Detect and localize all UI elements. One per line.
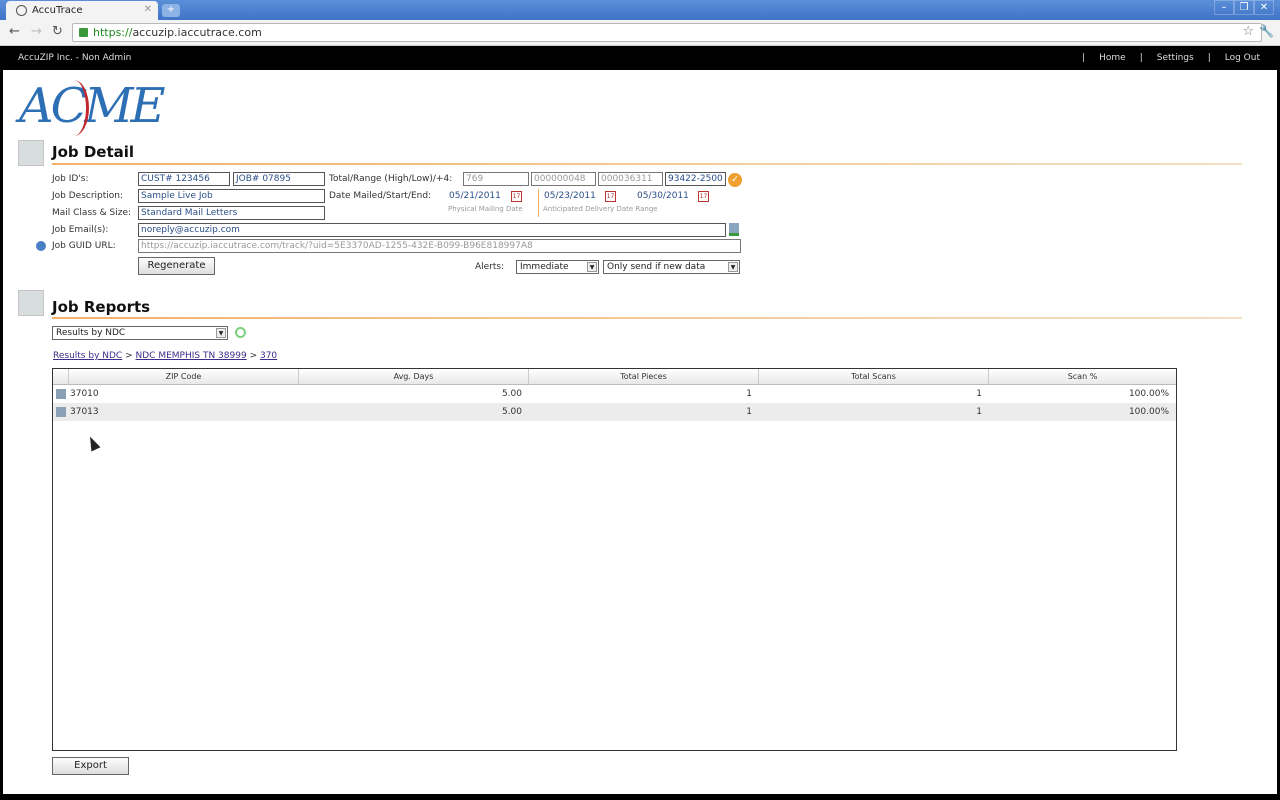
col-zip-code[interactable]: ZIP Code — [69, 369, 299, 384]
delivery-range-hint: Anticipated Delivery Date Range — [543, 205, 658, 213]
chevron-down-icon: ▼ — [216, 328, 226, 338]
alerts-label: Alerts: — [475, 262, 505, 272]
plus4-field[interactable]: 93422-2500 — [665, 172, 726, 186]
close-tab-icon[interactable]: ✕ — [144, 4, 152, 15]
browser-titlebar: AccuTrace ✕ + – ❐ ✕ — [0, 0, 1280, 20]
lock-icon — [79, 28, 88, 37]
globe-link-icon — [36, 241, 46, 251]
mail-class-label: Mail Class & Size: — [52, 208, 132, 218]
calendar-icon[interactable]: 17 — [511, 191, 522, 202]
restore-icon[interactable]: ❐ — [1234, 0, 1254, 15]
job-email-label: Job Email(s): — [52, 225, 109, 235]
breadcrumb: Results by NDC > NDC MEMPHIS TN 38999 > … — [53, 351, 278, 361]
new-tab-button[interactable]: + — [162, 4, 180, 17]
job-description-label: Job Description: — [52, 191, 124, 201]
calendar-icon[interactable]: 17 — [605, 191, 616, 202]
url-host: accuzip.iaccutrace.com — [132, 26, 262, 39]
nav-home-link[interactable]: Home — [1099, 53, 1126, 63]
grid-header: ZIP Code Avg. Days Total Pieces Total Sc… — [53, 369, 1176, 385]
job-ids-label: Job ID's: — [52, 174, 89, 184]
table-row[interactable]: 37013 5.00 1 1 100.00% — [53, 403, 1176, 421]
col-total-pieces[interactable]: Total Pieces — [529, 369, 759, 384]
nav-separator: | — [1207, 53, 1211, 63]
chevron-down-icon: ▼ — [728, 262, 738, 272]
col-avg-days[interactable]: Avg. Days — [299, 369, 529, 384]
total-field[interactable]: 769 — [463, 172, 529, 186]
account-label: AccuZIP Inc. - Non Admin — [18, 53, 132, 63]
date-mailed-label: Date Mailed/Start/End: — [329, 191, 432, 201]
guid-url-label: Job GUID URL: — [52, 241, 116, 251]
nav-logout-link[interactable]: Log Out — [1225, 53, 1260, 63]
job-detail-title: Job Detail — [52, 143, 135, 161]
wrench-icon[interactable]: 🔧 — [1259, 24, 1274, 38]
job-email-field[interactable]: noreply@accuzip.com — [138, 223, 726, 237]
browser-tab[interactable]: AccuTrace ✕ — [6, 1, 158, 20]
forward-icon[interactable]: → — [31, 24, 42, 39]
page-content: ACME Job Detail Job ID's: CUST# 123456 J… — [3, 70, 1277, 794]
date-divider — [538, 189, 539, 217]
export-button[interactable]: Export — [52, 757, 129, 775]
col-total-scans[interactable]: Total Scans — [759, 369, 989, 384]
regenerate-button[interactable]: Regenerate — [138, 257, 215, 275]
address-bar[interactable]: https:// accuzip.iaccutrace.com — [72, 23, 1262, 42]
checkmark-icon: ✓ — [728, 173, 742, 187]
job-id-field[interactable]: JOB# 07895 — [233, 172, 325, 186]
range-low-field[interactable]: 000000048 — [531, 172, 596, 186]
breadcrumb-results-by-ndc[interactable]: Results by NDC — [53, 351, 122, 361]
alert-frequency-select[interactable]: Immediate ▼ — [516, 260, 599, 274]
url-scheme: https:// — [93, 26, 133, 39]
refresh-icon[interactable] — [235, 327, 246, 338]
minimize-icon[interactable]: – — [1214, 0, 1234, 15]
report-type-select[interactable]: Results by NDC ▼ — [52, 326, 228, 340]
globe-icon — [16, 5, 27, 16]
job-reports-title: Job Reports — [52, 298, 151, 316]
date-mailed-field[interactable]: 05/21/2011 — [449, 191, 501, 201]
edit-document-icon — [18, 140, 44, 166]
results-grid: ZIP Code Avg. Days Total Pieces Total Sc… — [52, 368, 1177, 751]
total-range-label: Total/Range (High/Low)/+4: — [329, 174, 453, 184]
calendar-icon[interactable]: 17 — [698, 191, 709, 202]
row-report-icon[interactable] — [56, 389, 66, 399]
date-end-field[interactable]: 05/30/2011 — [637, 191, 689, 201]
app-topnav: AccuZIP Inc. - Non Admin | Home | Settin… — [0, 46, 1280, 70]
guid-url-field[interactable]: https://accuzip.iaccutrace.com/track/?ui… — [138, 239, 741, 253]
row-report-icon[interactable] — [56, 407, 66, 417]
date-start-field[interactable]: 05/23/2011 — [544, 191, 596, 201]
breadcrumb-370[interactable]: 370 — [260, 351, 277, 361]
nav-settings-link[interactable]: Settings — [1157, 53, 1194, 63]
section-divider — [52, 163, 1242, 165]
table-row[interactable]: 37010 5.00 1 1 100.00% — [53, 385, 1176, 403]
col-scan-pct[interactable]: Scan % — [989, 369, 1176, 384]
alert-condition-select[interactable]: Only send if new data ▼ — [603, 260, 740, 274]
back-icon[interactable]: ← — [9, 24, 20, 39]
cust-id-field[interactable]: CUST# 123456 — [138, 172, 230, 186]
nav-separator: | — [1139, 53, 1143, 63]
mailing-date-hint: Physical Mailing Date — [448, 205, 523, 213]
nav-separator: | — [1082, 53, 1086, 63]
chevron-down-icon: ▼ — [587, 262, 597, 272]
acme-logo: ACME — [19, 78, 166, 136]
bookmark-star-icon[interactable]: ☆ — [1242, 24, 1254, 39]
close-window-icon[interactable]: ✕ — [1254, 0, 1274, 15]
job-description-field[interactable]: Sample Live Job — [138, 189, 325, 203]
tab-title: AccuTrace — [32, 5, 83, 16]
browser-toolbar: ← → ↻ https:// accuzip.iaccutrace.com ☆ … — [0, 20, 1280, 46]
mail-class-field[interactable]: Standard Mail Letters — [138, 206, 325, 220]
add-email-icon[interactable] — [729, 223, 739, 236]
section-divider — [52, 317, 1242, 319]
report-chart-icon — [18, 290, 44, 316]
range-high-field[interactable]: 000036311 — [598, 172, 663, 186]
breadcrumb-ndc-memphis[interactable]: NDC MEMPHIS TN 38999 — [136, 351, 247, 361]
reload-icon[interactable]: ↻ — [52, 24, 63, 39]
